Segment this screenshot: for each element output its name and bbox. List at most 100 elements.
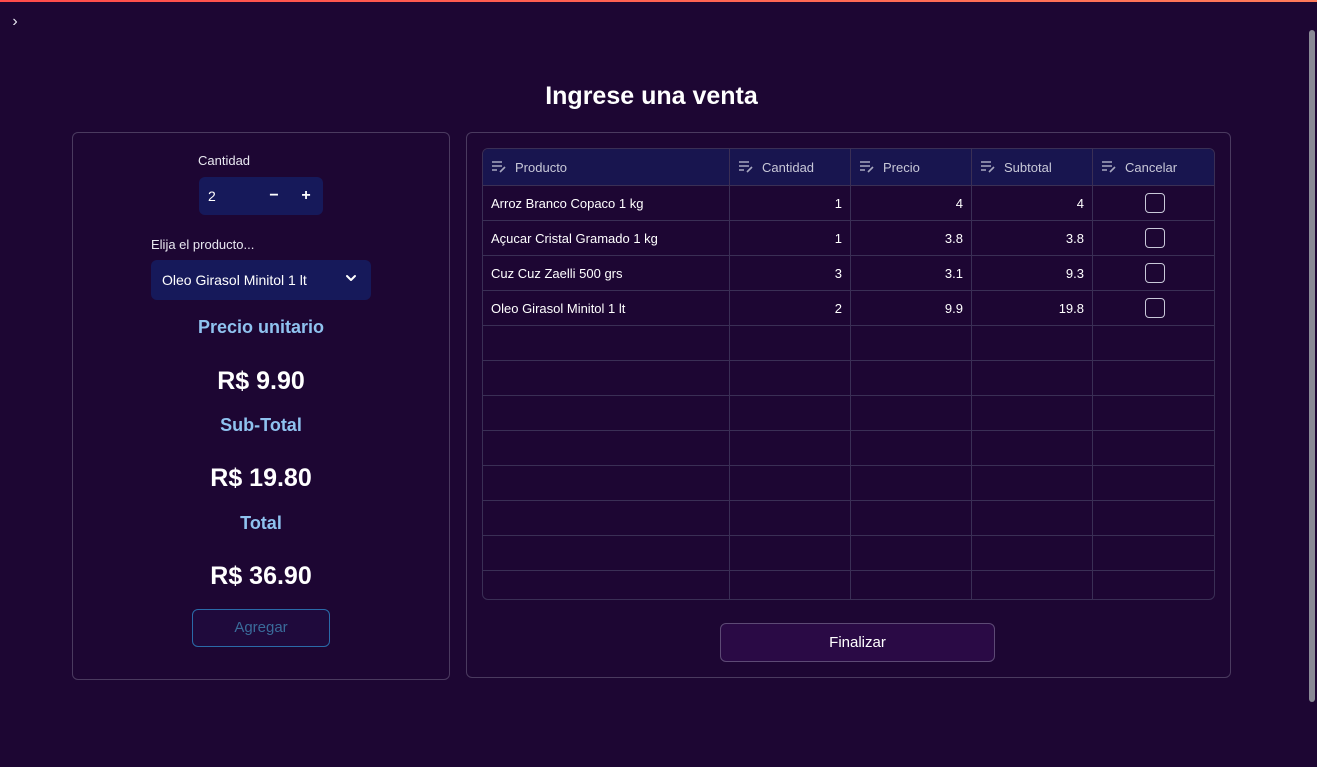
- empty-table-row[interactable]: [483, 360, 1214, 395]
- empty-cell[interactable]: [972, 361, 1093, 395]
- empty-cell[interactable]: [730, 361, 851, 395]
- cell-cantidad[interactable]: 2: [730, 291, 851, 325]
- cell-subtotal[interactable]: 3.8: [972, 221, 1093, 255]
- cell-cantidad[interactable]: 3: [730, 256, 851, 290]
- empty-table-row[interactable]: [483, 325, 1214, 360]
- cell-precio[interactable]: 9.9: [851, 291, 972, 325]
- empty-cell[interactable]: [1093, 466, 1214, 500]
- quantity-decrement-button[interactable]: −: [261, 183, 287, 209]
- empty-cell[interactable]: [730, 501, 851, 535]
- cell-precio[interactable]: 3.8: [851, 221, 972, 255]
- empty-cell[interactable]: [730, 536, 851, 570]
- empty-cell[interactable]: [483, 431, 730, 465]
- quantity-stepper[interactable]: 2 − +: [199, 177, 323, 215]
- empty-cell[interactable]: [1093, 536, 1214, 570]
- add-button[interactable]: Agregar: [192, 609, 330, 647]
- empty-cell[interactable]: [851, 536, 972, 570]
- cancel-checkbox[interactable]: [1144, 193, 1165, 213]
- page-scrollbar[interactable]: [1309, 30, 1315, 702]
- empty-cell[interactable]: [851, 571, 972, 599]
- cancel-checkbox[interactable]: [1144, 263, 1165, 283]
- column-header-precio[interactable]: Precio: [851, 149, 972, 185]
- column-header-subtotal[interactable]: Subtotal: [972, 149, 1093, 185]
- column-header-cancelar[interactable]: Cancelar: [1093, 149, 1214, 185]
- empty-cell[interactable]: [851, 431, 972, 465]
- empty-cell[interactable]: [483, 361, 730, 395]
- chevron-down-icon: [346, 275, 356, 281]
- empty-table-row[interactable]: [483, 535, 1214, 570]
- empty-cell[interactable]: [851, 361, 972, 395]
- empty-cell[interactable]: [1093, 361, 1214, 395]
- unit-price-label: Precio unitario: [197, 317, 325, 337]
- empty-table-row[interactable]: [483, 570, 1214, 599]
- quantity-increment-button[interactable]: +: [293, 183, 319, 209]
- empty-cell[interactable]: [972, 466, 1093, 500]
- cell-subtotal[interactable]: 9.3: [972, 256, 1093, 290]
- table-row[interactable]: Arroz Branco Copaco 1 kg 1 4 4: [483, 185, 1214, 220]
- empty-cell[interactable]: [730, 431, 851, 465]
- cell-precio[interactable]: 3.1: [851, 256, 972, 290]
- empty-cell[interactable]: [730, 571, 851, 599]
- empty-cell[interactable]: [851, 501, 972, 535]
- cell-cantidad[interactable]: 1: [730, 186, 851, 220]
- empty-cell[interactable]: [851, 396, 972, 430]
- cell-producto[interactable]: Cuz Cuz Zaelli 500 grs: [483, 256, 730, 290]
- cell-producto[interactable]: Arroz Branco Copaco 1 kg: [483, 186, 730, 220]
- table-row[interactable]: Açucar Cristal Gramado 1 kg 1 3.8 3.8: [483, 220, 1214, 255]
- empty-cell[interactable]: [730, 466, 851, 500]
- column-header-producto[interactable]: Producto: [483, 149, 730, 185]
- empty-cell[interactable]: [483, 326, 730, 360]
- product-label: Elija el producto...: [151, 237, 255, 252]
- empty-cell[interactable]: [972, 536, 1093, 570]
- empty-cell[interactable]: [483, 571, 730, 599]
- empty-table-row[interactable]: [483, 430, 1214, 465]
- empty-cell[interactable]: [972, 396, 1093, 430]
- empty-cell[interactable]: [483, 466, 730, 500]
- chevron-right-icon[interactable]: ›: [6, 12, 24, 32]
- empty-table-row[interactable]: [483, 465, 1214, 500]
- column-header-cantidad[interactable]: Cantidad: [730, 149, 851, 185]
- empty-cell[interactable]: [730, 396, 851, 430]
- empty-cell[interactable]: [851, 466, 972, 500]
- finalize-button[interactable]: Finalizar: [720, 623, 995, 662]
- empty-cell[interactable]: [972, 571, 1093, 599]
- empty-cell[interactable]: [972, 326, 1093, 360]
- column-sort-icon: [1102, 161, 1116, 173]
- empty-cell[interactable]: [1093, 396, 1214, 430]
- cancel-checkbox[interactable]: [1144, 298, 1165, 318]
- sale-items-table[interactable]: Producto Cantidad Precio Subtotal Cancel…: [482, 148, 1215, 600]
- cell-producto[interactable]: Açucar Cristal Gramado 1 kg: [483, 221, 730, 255]
- sale-items-panel: Producto Cantidad Precio Subtotal Cancel…: [466, 132, 1231, 678]
- empty-cell[interactable]: [483, 501, 730, 535]
- cell-subtotal[interactable]: 4: [972, 186, 1093, 220]
- empty-cell[interactable]: [1093, 501, 1214, 535]
- product-select[interactable]: Oleo Girasol Minitol 1 lt: [151, 260, 371, 300]
- cell-precio[interactable]: 4: [851, 186, 972, 220]
- cell-subtotal[interactable]: 19.8: [972, 291, 1093, 325]
- product-select-value: Oleo Girasol Minitol 1 lt: [162, 272, 307, 288]
- empty-cell[interactable]: [483, 536, 730, 570]
- empty-cell[interactable]: [1093, 431, 1214, 465]
- cell-producto[interactable]: Oleo Girasol Minitol 1 lt: [483, 291, 730, 325]
- cancel-checkbox[interactable]: [1144, 228, 1165, 248]
- empty-cell[interactable]: [851, 326, 972, 360]
- page-title: Ingrese una venta: [545, 82, 758, 110]
- empty-cell[interactable]: [972, 501, 1093, 535]
- empty-cell[interactable]: [1093, 326, 1214, 360]
- table-row[interactable]: Cuz Cuz Zaelli 500 grs 3 3.1 9.3: [483, 255, 1214, 290]
- empty-cell[interactable]: [972, 431, 1093, 465]
- empty-cell[interactable]: [1093, 571, 1214, 599]
- empty-cell[interactable]: [483, 396, 730, 430]
- empty-table-row[interactable]: [483, 395, 1214, 430]
- cell-cancelar: [1093, 221, 1214, 255]
- column-sort-icon: [981, 161, 995, 173]
- table-body: Arroz Branco Copaco 1 kg 1 4 4 Açucar Cr…: [483, 185, 1214, 599]
- empty-table-row[interactable]: [483, 500, 1214, 535]
- column-sort-icon: [492, 161, 506, 173]
- quantity-value[interactable]: 2: [208, 188, 216, 204]
- cell-cantidad[interactable]: 1: [730, 221, 851, 255]
- table-row[interactable]: Oleo Girasol Minitol 1 lt 2 9.9 19.8: [483, 290, 1214, 325]
- column-header-label: Precio: [883, 159, 920, 175]
- empty-cell[interactable]: [730, 326, 851, 360]
- sale-entry-panel: Cantidad 2 − + Elija el producto... Oleo…: [72, 132, 450, 680]
